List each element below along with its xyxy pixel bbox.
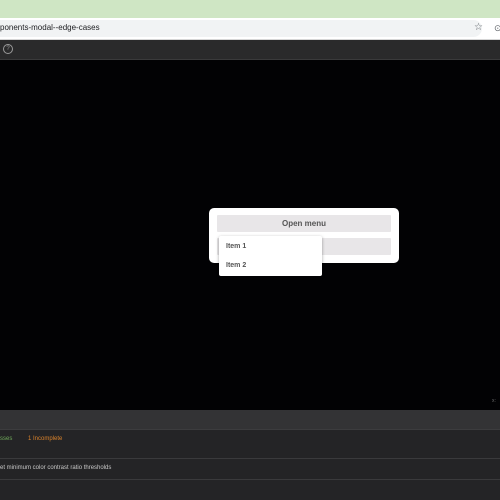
open-menu-button[interactable]: Open menu [217,215,391,232]
url-field[interactable]: ponents-modal--edge-cases [0,20,482,37]
menu-item-1[interactable]: Item 1 [219,238,322,256]
tab-incomplete[interactable]: 1 Incomplete [28,436,62,442]
url-text: ponents-modal--edge-cases [0,23,100,32]
rule-description: et minimum color contrast ratio threshol… [0,465,112,471]
menu-item-2[interactable]: Item 2 [219,257,322,275]
bookmark-star-icon[interactable]: ☆ [474,21,483,35]
canvas-corner-label: x: [492,398,496,404]
addons-panel: sses 1 Incomplete et minimum color contr… [0,410,500,500]
help-circle-icon[interactable]: ? [3,44,13,54]
tab-passes[interactable]: sses [0,436,12,442]
addons-panel-header [0,410,500,430]
dropdown-menu: Item 1 Item 2 [219,236,322,276]
address-bar: ponents-modal--edge-cases ☆ ⊙ [0,18,500,40]
accessibility-tabs: sses 1 Incomplete [0,430,500,459]
storybook-toolbar: ? [0,40,500,60]
accessibility-rule-row[interactable]: et minimum color contrast ratio threshol… [0,459,500,480]
browser-top-strip [0,0,500,18]
extension-icon[interactable]: ⊙ [494,22,500,34]
